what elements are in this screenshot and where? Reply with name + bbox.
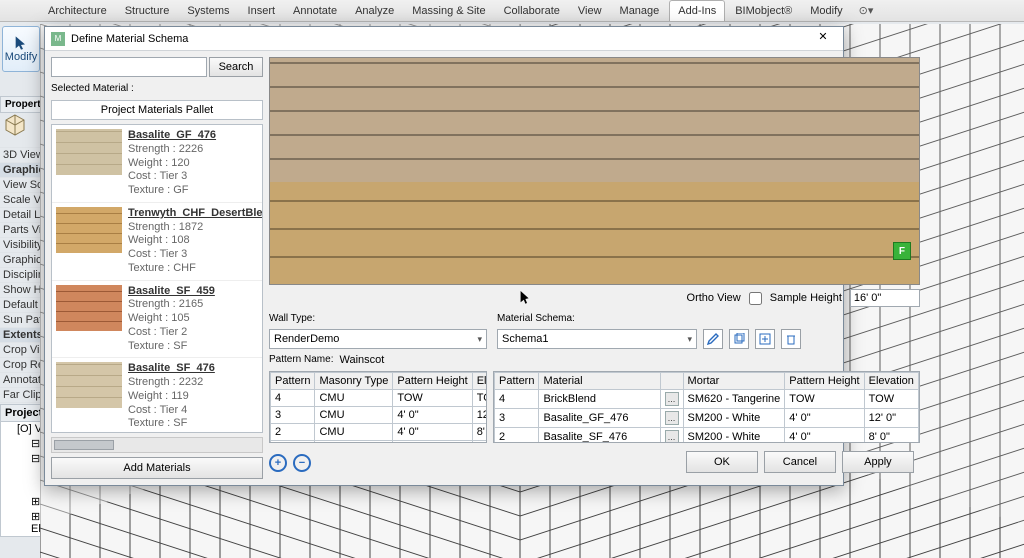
sample-height-input[interactable] xyxy=(850,289,920,307)
remove-row-button[interactable]: − xyxy=(293,454,311,472)
ribbon-tab[interactable]: Systems xyxy=(179,1,237,21)
material-preview[interactable]: F xyxy=(269,57,920,285)
schema-edit-button[interactable] xyxy=(703,329,723,349)
ribbon-tab[interactable]: Structure xyxy=(117,1,178,21)
search-button[interactable]: Search xyxy=(209,57,263,77)
schema-copy-button[interactable] xyxy=(729,329,749,349)
schema-delete-button[interactable] xyxy=(781,329,801,349)
material-swatch xyxy=(56,129,122,175)
preview-tag: F xyxy=(893,242,911,260)
ribbon-tab[interactable]: Manage xyxy=(612,1,668,21)
material-row[interactable]: Basalite_GF_476Strength : 2226Weight : 1… xyxy=(52,125,262,203)
cube-icon xyxy=(3,113,27,137)
preview-controls: Ortho View Sample Height xyxy=(269,289,920,307)
ortho-checkbox[interactable] xyxy=(749,292,762,305)
wall-type-select[interactable]: RenderDemo▾ xyxy=(269,329,487,349)
ellipsis-button[interactable]: … xyxy=(665,411,679,425)
ellipsis-button[interactable]: … xyxy=(665,430,679,443)
ribbon-tab[interactable]: Architecture xyxy=(40,1,115,21)
ribbon-tab[interactable]: View xyxy=(570,1,610,21)
table-row[interactable]: 3Basalite_GF_476…SM200 - White4' 0"12' 0… xyxy=(495,409,919,428)
ellipsis-button[interactable]: … xyxy=(665,392,679,406)
ribbon-tab[interactable]: Modify xyxy=(802,1,850,21)
close-icon[interactable]: ✕ xyxy=(809,30,837,48)
copy-icon xyxy=(733,333,745,345)
material-swatch xyxy=(56,362,122,408)
row-add-remove: + − xyxy=(269,452,311,474)
table-row[interactable]: 4BrickBlend…SM620 - TangerineTOWTOW xyxy=(495,390,919,409)
ribbon-tab[interactable]: Collaborate xyxy=(496,1,568,21)
pallet-h-scrollbar[interactable] xyxy=(51,437,263,453)
search-input[interactable] xyxy=(51,57,207,77)
sample-height-label: Sample Height xyxy=(770,292,842,304)
material-schema-table[interactable]: PatternMaterialMortarPattern HeightEleva… xyxy=(493,371,920,443)
table-row[interactable]: 2CMU4' 0"8' 0" xyxy=(271,424,488,441)
cancel-button[interactable]: Cancel xyxy=(764,451,836,473)
table-row[interactable]: 2Basalite_SF_476…SM200 - White4' 0"8' 0" xyxy=(495,428,919,444)
pallet-header: Project Materials Pallet xyxy=(51,100,263,120)
schema-select[interactable]: Schema1▾ xyxy=(497,329,697,349)
modify-tool[interactable]: Modify xyxy=(2,26,40,72)
modify-label: Modify xyxy=(5,51,37,63)
ribbon-tab[interactable]: Insert xyxy=(240,1,284,21)
apply-button[interactable]: Apply xyxy=(842,451,914,473)
new-icon xyxy=(759,333,771,345)
ribbon-tab[interactable]: Annotate xyxy=(285,1,345,21)
add-row-button[interactable]: + xyxy=(269,454,287,472)
cursor-icon xyxy=(13,35,29,51)
material-row[interactable]: Trenwyth_CHF_DesertBlendStrength : 1872W… xyxy=(52,203,262,281)
ribbon-tab[interactable]: Analyze xyxy=(347,1,402,21)
dialog-titlebar[interactable]: M Define Material Schema ✕ xyxy=(45,27,843,51)
material-row[interactable]: Basalite_SF_459Strength : 2165Weight : 1… xyxy=(52,281,262,359)
material-swatch xyxy=(56,285,122,331)
pattern-table[interactable]: PatternMasonry TypePattern HeightElevati… xyxy=(269,371,487,443)
define-material-schema-dialog: M Define Material Schema ✕ Search Select… xyxy=(44,26,844,486)
dialog-icon: M xyxy=(51,32,65,46)
chevron-down-icon: ▾ xyxy=(687,334,692,345)
pencil-icon xyxy=(707,333,719,345)
materials-pallet[interactable]: Basalite_GF_476Strength : 2226Weight : 1… xyxy=(51,124,263,433)
schema-new-button[interactable] xyxy=(755,329,775,349)
ribbon-tab[interactable]: Add-Ins xyxy=(669,0,725,21)
selected-material-label: Selected Material : xyxy=(51,81,263,96)
ok-button[interactable]: OK xyxy=(686,451,758,473)
ortho-label: Ortho View xyxy=(687,292,741,304)
material-row[interactable]: Basalite_SF_476Strength : 2232Weight : 1… xyxy=(52,358,262,433)
pattern-name-label: Pattern Name: xyxy=(269,352,333,367)
trash-icon xyxy=(785,333,797,345)
properties-header: Properties xyxy=(0,96,42,113)
wall-type-label: Wall Type: xyxy=(269,311,487,326)
table-row[interactable]: 3CMU4' 0"12' 0" xyxy=(271,407,488,424)
ribbon-tab[interactable]: BIMobject® xyxy=(727,1,800,21)
table-row[interactable]: 1CMU4' 0"4' 0" xyxy=(271,441,488,444)
ribbon-tab[interactable]: Massing & Site xyxy=(404,1,493,21)
table-row[interactable]: 4CMUTOWTOW xyxy=(271,390,488,407)
ribbon: ArchitectureStructureSystemsInsertAnnota… xyxy=(0,0,1024,22)
material-schema-label: Material Schema: xyxy=(497,311,920,326)
add-materials-button[interactable]: Add Materials xyxy=(51,457,263,479)
chevron-down-icon: ▾ xyxy=(477,334,482,345)
pattern-name-value: Wainscot xyxy=(339,354,384,366)
dialog-title: Define Material Schema xyxy=(71,33,809,45)
cursor-icon xyxy=(519,289,535,309)
material-swatch xyxy=(56,207,122,253)
